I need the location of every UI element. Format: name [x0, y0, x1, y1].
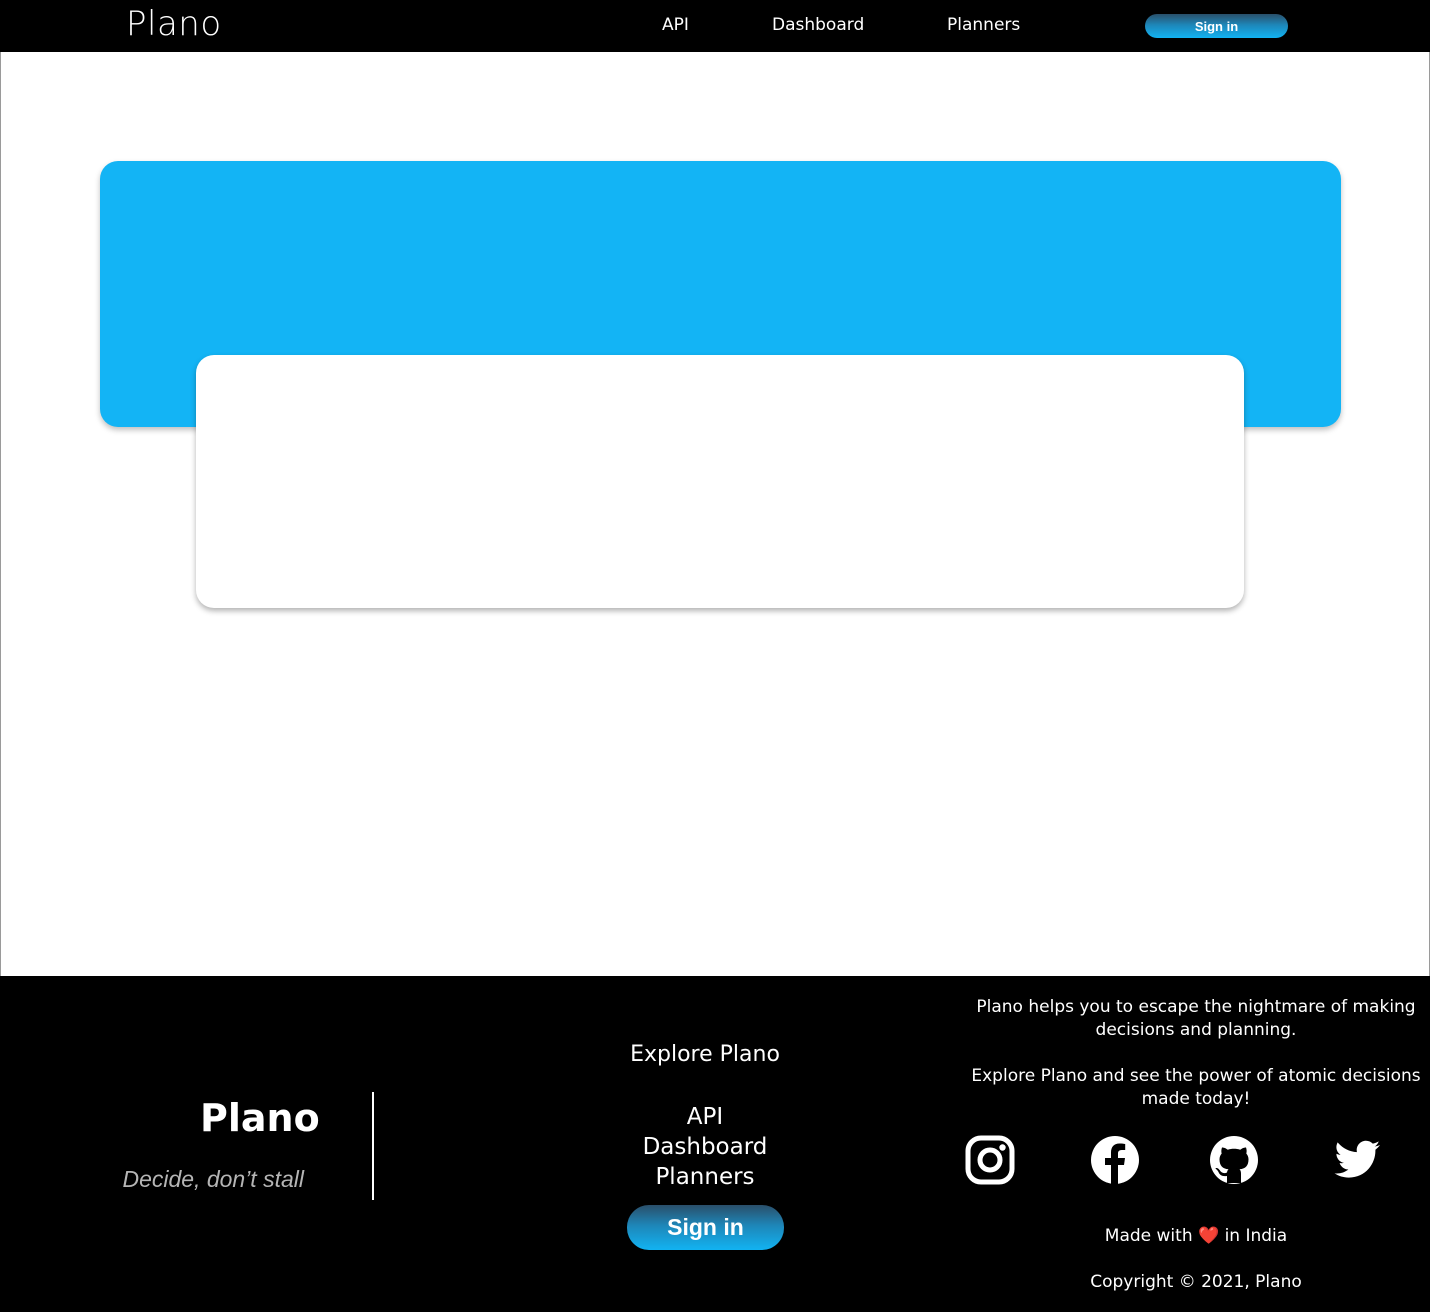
facebook-icon[interactable] [1089, 1134, 1141, 1186]
footer-link-api[interactable]: API [545, 1102, 865, 1132]
nav-link-api[interactable]: API [662, 15, 689, 35]
made-suffix: in India [1224, 1226, 1288, 1246]
footer-link-planners[interactable]: Planners [545, 1162, 865, 1192]
nav-link-dashboard[interactable]: Dashboard [772, 15, 864, 35]
content-card [196, 355, 1244, 608]
footer-explore-heading: Explore Plano [630, 1042, 780, 1067]
sign-in-button[interactable]: Sign in [1145, 14, 1288, 38]
top-navbar: Plano API Dashboard Planners Sign in [0, 0, 1430, 52]
made-prefix: Made with [1104, 1226, 1193, 1246]
footer-tagline: Decide, don’t stall [122, 1166, 304, 1192]
footer-brand: Plano [200, 1096, 320, 1140]
footer-link-dashboard[interactable]: Dashboard [545, 1132, 865, 1162]
copyright-text: Copyright © 2021, Plano [1090, 1272, 1302, 1292]
made-in-india-text: Made with ❤️ in India [962, 1226, 1430, 1246]
twitter-icon[interactable] [1331, 1134, 1383, 1186]
footer-about-text: Plano helps you to escape the nightmare … [976, 997, 1416, 1040]
github-icon[interactable] [1208, 1134, 1260, 1186]
nav-link-planners[interactable]: Planners [947, 15, 1020, 35]
brand-logo[interactable]: Plano [126, 4, 222, 44]
footer-about-cta: Explore Plano and see the power of atomi… [971, 1066, 1421, 1109]
heart-icon: ❤️ [1198, 1226, 1220, 1246]
footer-sign-in-button[interactable]: Sign in [627, 1205, 784, 1250]
footer: Plano Decide, don’t stall Explore Plano … [0, 976, 1430, 1312]
footer-links: API Dashboard Planners [545, 1102, 865, 1192]
footer-divider [372, 1092, 374, 1200]
instagram-icon[interactable] [964, 1134, 1016, 1186]
